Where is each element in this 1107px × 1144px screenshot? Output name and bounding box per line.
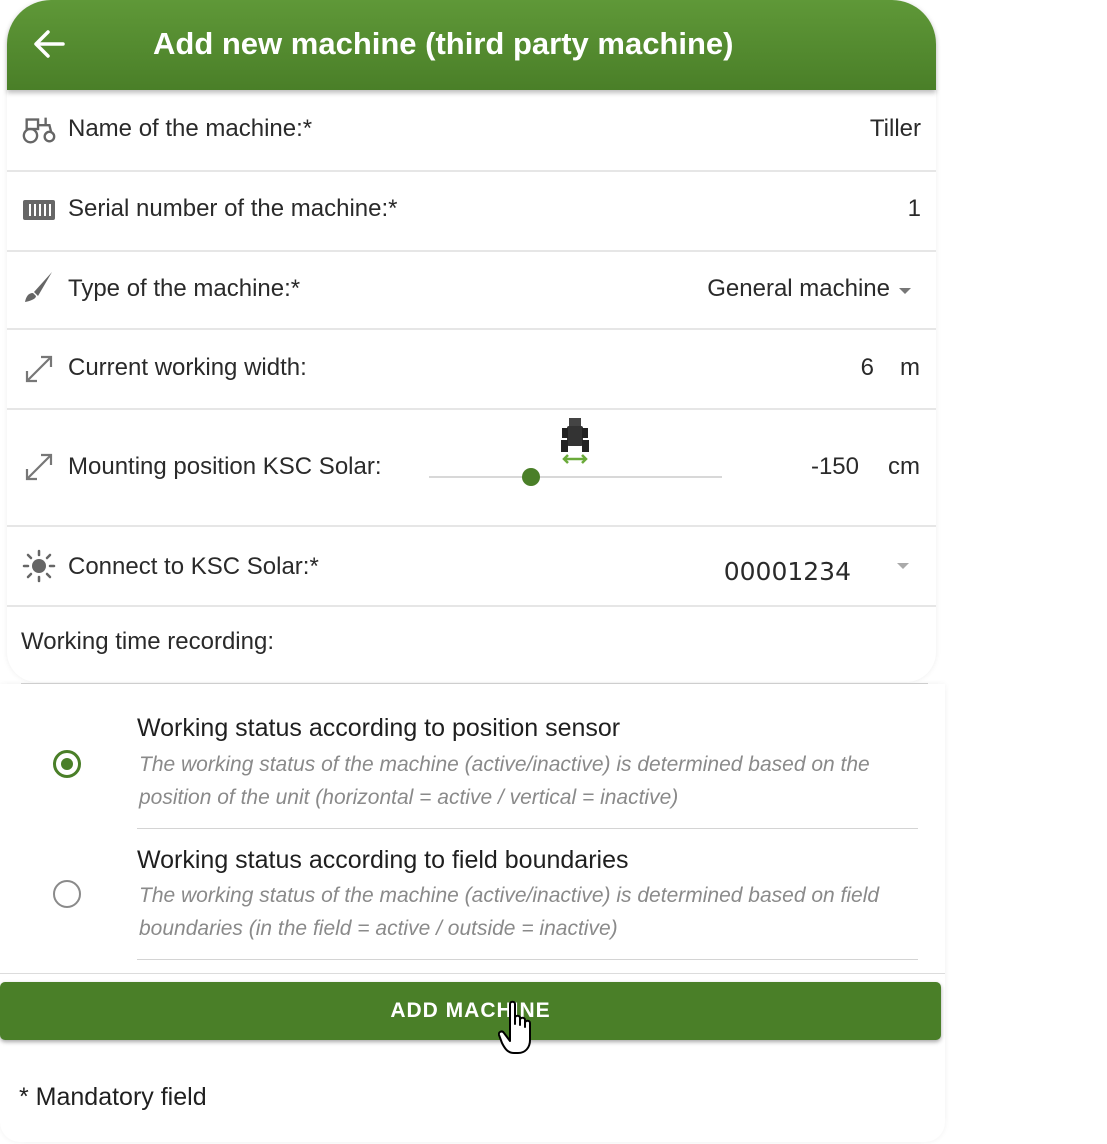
hand-cursor-icon — [498, 1000, 531, 1054]
option-title: Working status according to field bounda… — [137, 846, 629, 874]
working-width-label: Current working width: — [68, 354, 307, 381]
connect-ksc-select[interactable]: 00001234 — [724, 557, 851, 586]
working-width-row[interactable]: Current working width: 6 m — [7, 328, 936, 410]
machine-name-label: Name of the machine:* — [68, 115, 313, 142]
working-width-unit: m — [900, 354, 920, 381]
add-machine-button[interactable]: ADD MACHINE — [0, 982, 941, 1040]
brush-icon — [21, 270, 57, 304]
divider — [137, 828, 918, 829]
radio-position-sensor[interactable] — [53, 750, 81, 778]
resize-arrow-icon — [21, 352, 57, 386]
machine-name-row[interactable]: Name of the machine:* Tiller — [7, 90, 936, 172]
serial-number-label: Serial number of the machine:* — [68, 195, 398, 222]
serial-number-value[interactable]: 1 — [908, 195, 921, 223]
chevron-down-icon[interactable] — [899, 288, 911, 294]
page-title: Add new machine (third party machine) — [153, 26, 734, 61]
mounting-position-label: Mounting position KSC Solar: — [68, 453, 382, 480]
machine-type-label: Type of the machine:* — [68, 275, 301, 302]
machine-type-row[interactable]: Type of the machine:* General machine — [7, 250, 936, 330]
working-time-label: Working time recording: — [21, 628, 274, 655]
option-description: The working status of the machine (activ… — [139, 884, 880, 940]
mounting-position-row[interactable]: Mounting position KSC Solar: -150 cm — [7, 408, 936, 527]
mandatory-note: * Mandatory field — [19, 1083, 207, 1111]
back-button[interactable] — [27, 22, 71, 66]
tractor-topview-icon — [558, 416, 592, 464]
chevron-down-icon[interactable] — [897, 563, 909, 569]
resize-arrow-icon — [21, 450, 57, 484]
machine-name-value[interactable]: Tiller — [870, 115, 921, 143]
tractor-icon — [21, 112, 57, 146]
machine-type-select[interactable]: General machine — [707, 275, 890, 303]
sun-icon — [21, 549, 57, 583]
divider — [137, 959, 918, 960]
mounting-position-unit: cm — [888, 453, 920, 480]
barcode-icon — [21, 193, 57, 227]
option-title: Working status according to position sen… — [137, 714, 621, 742]
radio-field-boundaries[interactable] — [53, 880, 81, 908]
mounting-slider-track[interactable] — [429, 476, 722, 478]
option-description: The working status of the machine (activ… — [139, 753, 870, 809]
mounting-position-value[interactable]: -150 — [811, 453, 859, 481]
app-header: Add new machine (third party machine) — [7, 0, 936, 90]
arrow-left-icon — [34, 30, 65, 58]
connect-ksc-row[interactable]: Connect to KSC Solar:* 00001234 — [7, 525, 936, 607]
working-width-value[interactable]: 6 — [861, 354, 874, 382]
serial-number-row[interactable]: Serial number of the machine:* 1 — [7, 170, 936, 252]
connect-ksc-label: Connect to KSC Solar:* — [68, 553, 319, 580]
radio-dot — [61, 758, 73, 770]
mounting-slider-thumb[interactable] — [522, 468, 540, 486]
divider — [0, 973, 945, 974]
